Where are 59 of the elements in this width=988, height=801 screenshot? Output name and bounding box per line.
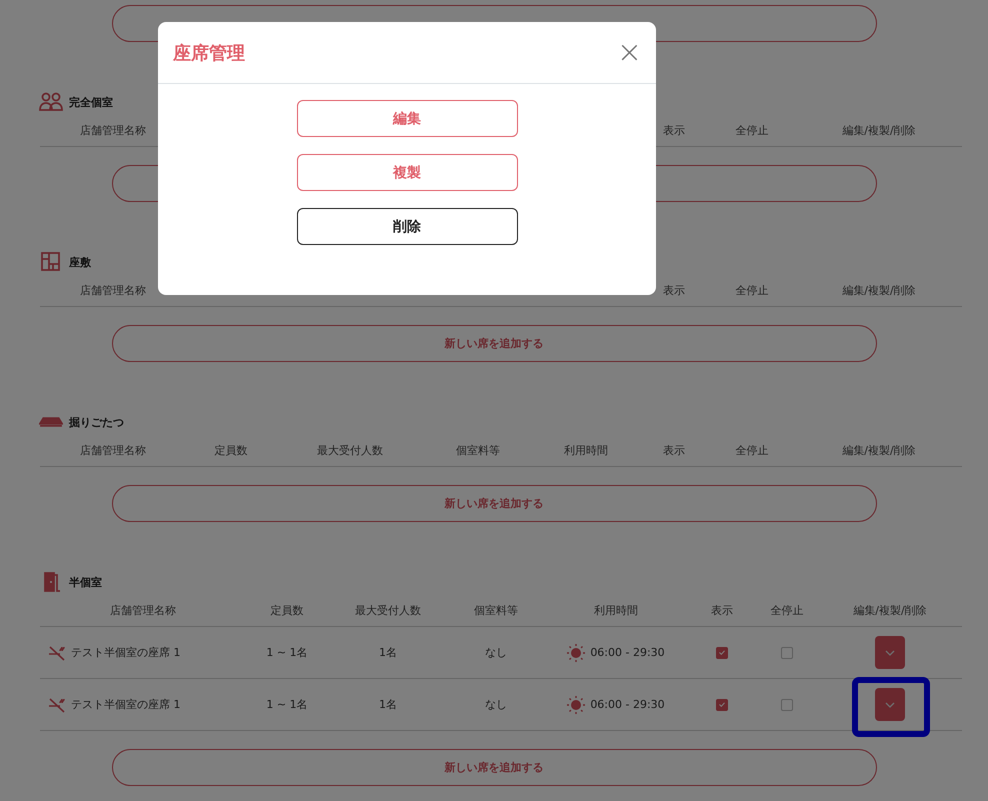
visible-checkbox[interactable] [716,646,728,658]
seat-name: テスト半個室の座席 1 [71,645,180,660]
table-icon [39,417,63,427]
table-cell: なし [485,645,507,660]
table-cell: 1 ~ 1名 [266,697,308,712]
table-cell: 1 ~ 1名 [266,645,308,660]
close-button[interactable]: × [616,38,642,68]
column-header: 店舗管理名称 [40,592,246,627]
hours-text: 06:00 - 29:30 [590,646,665,659]
modal-title: 座席管理 [173,42,245,64]
sun-icon [567,696,586,714]
table-cell: 1名 [379,645,397,660]
check-icon [719,650,725,655]
hours-text: 06:00 - 29:30 [590,698,665,711]
add-seat-button[interactable]: 新しい席を追加する [112,485,876,522]
column-header: 編集/複製/削除 [818,592,962,627]
column-header: 表示 [688,592,756,627]
seat-name: テスト半個室の座席 1 [71,697,180,712]
column-header: 全停止 [756,592,818,627]
table-cell: 1名 [379,697,397,712]
section-title: 座敷 [69,254,91,270]
add-seat-button[interactable]: 新しい席を追加する [112,325,876,362]
dropdown-button[interactable] [875,636,905,669]
column-header: 全停止 [708,112,796,147]
no-smoking-icon [48,696,66,712]
table-cell: なし [485,697,507,712]
column-header: 最大受付人数 [276,432,424,467]
floor-plan-icon [39,252,63,272]
dropdown-button[interactable] [875,688,905,721]
column-header: 全停止 [708,432,796,467]
add-seat-button[interactable]: 新しい席を追加する [112,749,876,786]
sun-icon [567,644,586,662]
action-button[interactable]: 編集 [296,100,518,137]
column-header: 個室料等 [424,432,532,467]
chevron-down-icon [885,650,895,656]
column-header: 定員数 [246,592,328,627]
section-title: 半個室 [69,574,102,590]
column-header: 個室料等 [448,592,544,627]
column-header: 表示 [640,432,708,467]
column-header: 定員数 [186,432,276,467]
check-icon [719,702,725,707]
column-header: 利用時間 [532,432,640,467]
column-header: 最大受付人数 [328,592,448,627]
people-icon [39,92,63,112]
action-button[interactable]: 削除 [296,208,518,245]
section-title: 完全個室 [69,94,113,110]
section-title: 掘りごたつ [69,414,124,430]
column-header: 編集/複製/削除 [796,272,962,307]
stop-checkbox[interactable] [781,646,793,658]
action-button[interactable]: 複製 [296,154,518,191]
no-smoking-icon [48,644,66,660]
column-header: 編集/複製/削除 [796,112,962,147]
visible-checkbox[interactable] [716,698,728,710]
column-header: 編集/複製/削除 [796,432,962,467]
stop-checkbox[interactable] [781,698,793,710]
column-header: 利用時間 [544,592,688,627]
column-header: 全停止 [708,272,796,307]
chevron-down-icon [885,702,895,708]
column-header: 店舗管理名称 [40,432,186,467]
